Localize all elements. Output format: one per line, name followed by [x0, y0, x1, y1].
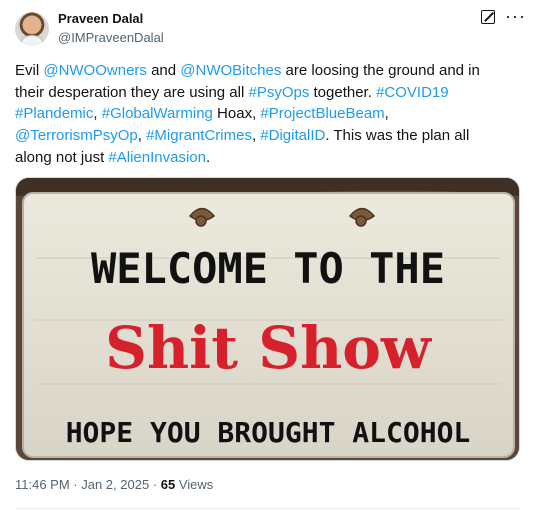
sign-line-3: HOPE YOU BROUGHT ALCOHOL	[66, 416, 471, 449]
post-text-line: along not just #AlienInvasion.	[15, 147, 520, 169]
post-text-segment: their desperation they are using all	[15, 83, 249, 101]
sign-line-1: WELCOME TO THE	[91, 244, 445, 293]
views-count: 65	[160, 477, 176, 492]
post-text-line: their desperation they are using all #Ps…	[15, 82, 520, 104]
post-link[interactable]: #MigrantCrimes	[146, 127, 252, 144]
post-text-line: #Plandemic, #GlobalWarming Hoax, #Projec…	[15, 103, 520, 125]
post-text-segment: and	[146, 62, 181, 79]
post-text-line: @TerrorismPsyOp, #MigrantCrimes, #Digita…	[15, 125, 520, 147]
post-link[interactable]: #AlienInvasion	[108, 149, 206, 166]
post-link[interactable]: @TerrorismPsyOp	[15, 127, 138, 144]
post-text: Evil @NWOOwners and @NWOBitches are loos…	[15, 60, 520, 169]
post-link[interactable]: @NWOBitches	[180, 62, 281, 79]
post-text-segment: ,	[384, 105, 389, 123]
post-link[interactable]: #COVID19	[376, 84, 449, 101]
post-text-segment: ,	[137, 127, 147, 145]
post-link[interactable]: @NWOOwners	[43, 62, 147, 79]
post-text-segment: are loosing the ground and in	[281, 62, 480, 79]
post-text-segment: .	[205, 148, 211, 166]
more-icon[interactable]: ···	[505, 6, 526, 27]
post-meta: 11:46 PM · Jan 2, 2025 · 65 Views	[15, 477, 213, 492]
post-link[interactable]: #Plandemic	[15, 105, 93, 122]
post-link[interactable]: #PsyOps	[248, 84, 309, 101]
sign-line-2: Shit Show	[105, 314, 433, 382]
author-name[interactable]: Praveen Dalal	[58, 11, 143, 26]
post-text-segment: along not just	[15, 148, 109, 166]
author-handle[interactable]: @IMPraveenDalal	[58, 30, 164, 45]
post-link[interactable]: #ProjectBlueBeam	[260, 105, 384, 122]
post-text-segment: Hoax,	[212, 105, 261, 123]
post-text-segment: . This was the plan all	[325, 127, 470, 145]
post-text-segment: ,	[93, 105, 102, 123]
post-text-line: Evil @NWOOwners and @NWOBitches are loos…	[15, 60, 520, 82]
avatar[interactable]	[15, 12, 49, 46]
grok-icon[interactable]	[481, 10, 495, 24]
post-datetime[interactable]: 11:46 PM · Jan 2, 2025 ·	[15, 477, 161, 492]
post-text-segment: together.	[309, 83, 377, 101]
divider	[15, 508, 520, 509]
views-label: Views	[175, 477, 214, 492]
post-image[interactable]: WELCOME TO THE Shit Show HOPE YOU BROUGH…	[15, 177, 520, 461]
post-link[interactable]: #DigitalID	[260, 127, 325, 144]
post-text-segment: Evil	[15, 62, 44, 79]
post-link[interactable]: #GlobalWarming	[102, 105, 213, 122]
